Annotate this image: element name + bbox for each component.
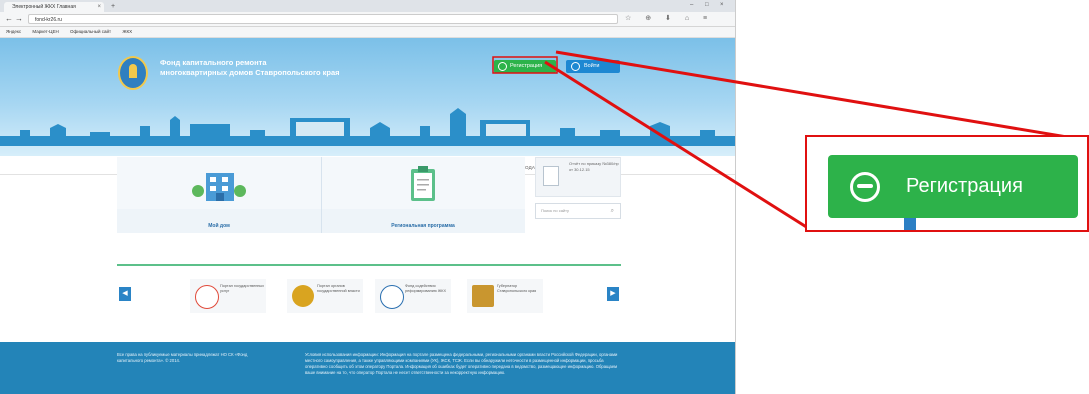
- register-label-zoomed: Регистрация: [906, 175, 1023, 197]
- key-icon: [850, 172, 880, 202]
- callout-backdrop: [904, 218, 916, 230]
- register-button-zoomed[interactable]: Регистрация: [828, 155, 1078, 218]
